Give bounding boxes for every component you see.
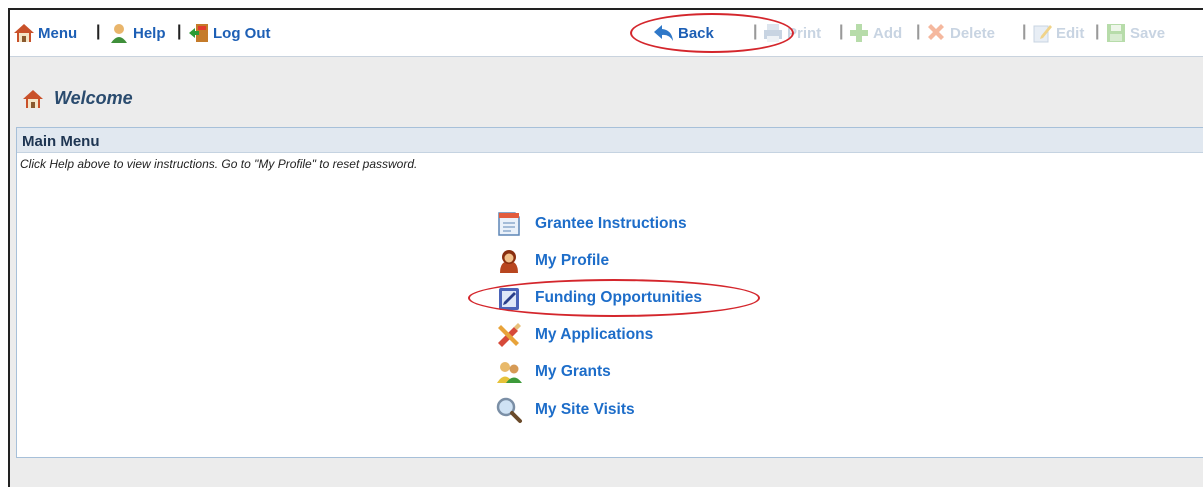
exit-door-icon xyxy=(189,24,208,42)
menu-item-funding-opportunities[interactable]: Funding Opportunities xyxy=(495,284,702,312)
print-label: Print xyxy=(787,24,822,42)
delete-label: Delete xyxy=(950,24,996,42)
instructions-text: Click Help above to view instructions. G… xyxy=(20,157,418,171)
people-icon xyxy=(497,362,522,383)
page-title: Welcome xyxy=(54,88,133,108)
magnifier-icon xyxy=(496,397,522,423)
logout-button[interactable]: Log Out xyxy=(188,22,270,44)
menu-item-my-site-visits[interactable]: My Site Visits xyxy=(495,396,635,424)
save-button[interactable]: Save xyxy=(1105,22,1165,44)
help-button[interactable]: Help xyxy=(108,22,166,44)
separator: | xyxy=(839,23,844,40)
menu-item-my-applications[interactable]: My Applications xyxy=(495,321,653,349)
menu-item-label: My Site Visits xyxy=(535,401,635,418)
menu-button[interactable]: Menu xyxy=(13,22,77,44)
tools-icon xyxy=(498,323,521,347)
separator: | xyxy=(1022,23,1027,40)
menu-item-label: Grantee Instructions xyxy=(535,215,687,232)
edit-label: Edit xyxy=(1056,24,1085,42)
menu-item-label: My Grants xyxy=(535,363,611,380)
print-button[interactable]: Print xyxy=(762,22,821,44)
add-label: Add xyxy=(873,24,903,42)
logout-label: Log Out xyxy=(213,24,271,42)
save-label: Save xyxy=(1130,24,1166,42)
document-icon xyxy=(498,212,520,236)
printer-icon xyxy=(764,24,782,42)
edit-button[interactable]: Edit xyxy=(1031,22,1084,44)
add-button[interactable]: Add xyxy=(848,22,902,44)
app-window: Menu | Help | Log Out Back | Print | Add… xyxy=(8,8,1203,487)
home-icon xyxy=(14,24,34,42)
toolbar: Menu | Help | Log Out Back | Print | Add… xyxy=(10,10,1203,57)
panel-title: Main Menu xyxy=(22,133,100,150)
save-disk-icon xyxy=(1107,24,1125,42)
menu-label: Menu xyxy=(38,24,78,42)
help-label: Help xyxy=(133,24,166,42)
delete-x-icon xyxy=(928,24,944,40)
menu-item-label: My Profile xyxy=(535,252,610,269)
menu-item-label: My Applications xyxy=(535,326,654,343)
menu-item-grantee-instructions[interactable]: Grantee Instructions xyxy=(495,210,687,238)
separator: | xyxy=(916,23,921,40)
main-menu-panel: Main Menu Click Help above to view instr… xyxy=(16,127,1203,458)
back-arrow-icon xyxy=(654,25,673,41)
clipboard-icon xyxy=(499,288,519,310)
back-label: Back xyxy=(678,24,714,42)
help-person-icon xyxy=(111,24,127,43)
plus-icon xyxy=(850,24,868,42)
menu-item-my-profile[interactable]: My Profile xyxy=(495,247,609,275)
separator: | xyxy=(177,23,182,40)
separator: | xyxy=(96,23,101,40)
separator: | xyxy=(1095,23,1100,40)
back-button[interactable]: Back xyxy=(653,22,714,44)
separator: | xyxy=(753,23,758,40)
edit-pencil-icon xyxy=(1033,25,1052,43)
user-icon xyxy=(500,250,518,273)
menu-item-my-grants[interactable]: My Grants xyxy=(495,358,611,386)
home-icon xyxy=(23,90,43,108)
welcome-header: Welcome xyxy=(10,57,1203,120)
panel-header: Main Menu xyxy=(17,128,1203,153)
delete-button[interactable]: Delete xyxy=(925,22,995,44)
menu-item-label: Funding Opportunities xyxy=(535,289,703,306)
